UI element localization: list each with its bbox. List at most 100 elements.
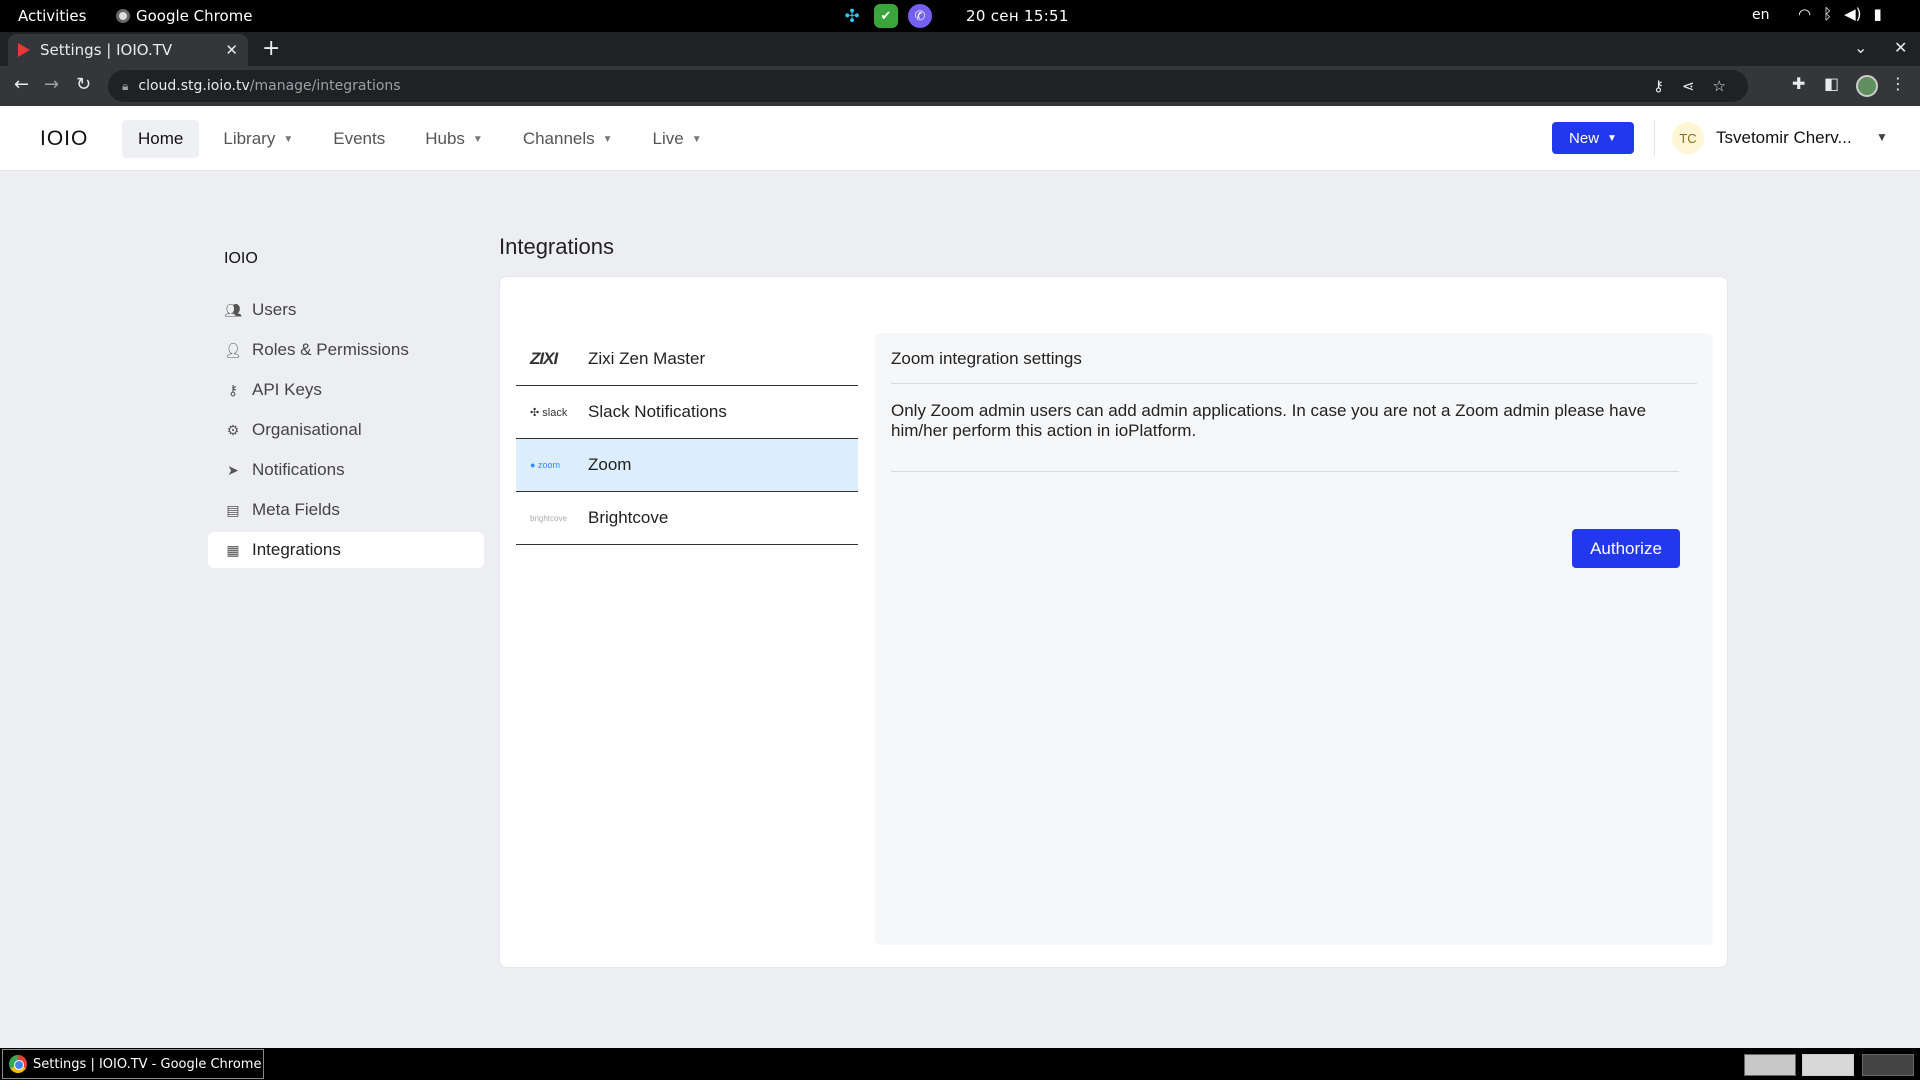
user-name[interactable]: Tsvetomir Cherv... [1716,128,1852,148]
checkmark-tray-icon[interactable]: ✔ [874,4,898,28]
sidebar-item-organisational[interactable]: ⚙ Organisational [208,412,484,448]
user-cog-icon: 👤︎ [224,341,242,358]
activities-button[interactable]: Activities [18,7,86,25]
integrations-card: ZIXI Zixi Zen Master ✣ slack Slack Notif… [499,276,1728,968]
forward-icon[interactable]: → [44,74,59,95]
viber-tray-icon[interactable]: ✆ [908,4,932,28]
reload-icon[interactable]: ↻ [76,74,91,95]
new-button-label: New [1569,129,1600,147]
nav-live[interactable]: Live ▼ [637,120,718,158]
sidebar-item-label: Users [252,300,297,319]
nav-home[interactable]: Home [122,120,200,158]
sidebar-item-api-keys[interactable]: ⚷ API Keys [208,372,484,408]
sidebar-item-meta-fields[interactable]: ▤ Meta Fields [208,492,484,528]
url-host: cloud.stg.ioio.tv [138,78,250,94]
side-panel-icon[interactable]: ◧ [1824,74,1839,93]
chevron-down-icon[interactable]: ▼ [1876,130,1888,144]
sidebar-item-integrations[interactable]: ▦ Integrations [208,532,484,568]
authorize-button[interactable]: Authorize [1572,529,1680,568]
page-title: Integrations [499,234,614,259]
close-tab-icon[interactable]: ✕ [225,41,238,59]
taskbar-window-chrome[interactable]: Settings | IOIO.TV - Google Chrome [2,1049,264,1079]
sidebar-item-label: Roles & Permissions [252,340,409,359]
chrome-menu-icon[interactable]: ⋮ [1890,74,1906,93]
battery-icon: ▮ [1873,5,1882,23]
sidebar-item-notifications[interactable]: ➤ Notifications [208,452,484,488]
nav-library[interactable]: Library ▼ [207,120,309,158]
integration-zixi[interactable]: ZIXI Zixi Zen Master [516,333,858,386]
lock-icon[interactable]: 🔒︎ [122,79,128,94]
settings-heading: Zoom integration settings [891,349,1082,368]
integrations-list: ZIXI Zixi Zen Master ✣ slack Slack Notif… [516,333,858,545]
new-tab-icon[interactable]: + [262,36,280,61]
integration-label: Zoom [588,455,632,474]
nav-library-label: Library [223,129,276,148]
new-button[interactable]: New ▼ [1552,122,1634,154]
browser-tab[interactable]: Settings | IOIO.TV ✕ [8,34,248,66]
nav-hubs-label: Hubs [425,129,465,148]
divider [891,471,1679,472]
nav-hubs[interactable]: Hubs ▼ [409,120,499,158]
bluetooth-icon: ᛒ [1823,5,1833,23]
slack-logo-icon: ✣ slack [530,406,568,419]
clock[interactable]: 20 сен 15:51 [966,7,1069,25]
app-menu[interactable]: Google Chrome [116,7,253,25]
sidebar-item-label: Organisational [252,420,362,439]
url-path: /manage/integrations [249,78,401,94]
chevron-down-icon: ▼ [472,133,483,145]
chrome-icon [9,1055,27,1073]
back-icon[interactable]: ← [14,74,29,95]
nav-channels-label: Channels [522,129,595,148]
keyboard-language[interactable]: en [1752,7,1770,23]
integration-slack[interactable]: ✣ slack Slack Notifications [516,386,858,439]
integration-label: Zixi Zen Master [588,349,706,368]
sidebar-item-roles[interactable]: 👤︎ Roles & Permissions [208,332,484,368]
sidebar-item-users[interactable]: 👥︎ Users [208,292,484,328]
wifi-icon: ◠ [1798,5,1812,23]
bookmark-star-icon[interactable]: ☆ [1713,77,1726,95]
app-menu-label: Google Chrome [136,7,253,25]
volume-icon: ◀) [1844,5,1862,23]
app-logo[interactable]: IOIO [40,127,88,151]
app-header: IOIO Home Library ▼ Events Hubs ▼ Channels… [0,106,1920,171]
chevron-down-icon: ▼ [691,133,702,145]
integration-brightcove[interactable]: brightcove Brightcove [516,492,858,545]
nav-events[interactable]: Events [317,120,401,158]
integration-zoom[interactable]: ● zoom Zoom [516,439,858,492]
avatar[interactable]: TC [1672,122,1704,154]
system-top-bar: Activities Google Chrome ✣ ✔ ✆ 20 сен 15… [0,0,1920,32]
sidebar-item-label: Meta Fields [252,500,340,519]
header-divider [1654,120,1655,156]
table-icon: ▤ [226,501,240,518]
status-area[interactable]: ◠ ᛒ ◀) ▮ [1798,5,1882,23]
nav-channels[interactable]: Channels ▼ [507,120,629,158]
chevron-down-icon: ▼ [283,133,294,145]
workspace-1[interactable] [1744,1054,1796,1076]
main-nav: Home Library ▼ Events Hubs ▼ Channels ▼ Liv… [122,120,718,158]
profile-avatar-icon[interactable] [1856,75,1878,97]
browser-tab-strip: Settings | IOIO.TV ✕ + ⌄ ✕ [0,32,1920,66]
integration-label: Slack Notifications [588,402,727,421]
workspace-3[interactable] [1862,1054,1914,1076]
key-icon: ⚷ [227,381,239,398]
tray-apps: ✣ ✔ ✆ [840,4,932,28]
chrome-icon [116,9,130,23]
nav-home-label: Home [138,129,184,148]
address-bar[interactable]: 🔒︎ cloud.stg.ioio.tv/manage/integrations… [108,70,1748,102]
chevron-down-icon: ▼ [1607,132,1617,144]
chevron-down-icon: ▼ [602,133,613,145]
slack-tray-icon[interactable]: ✣ [840,4,864,28]
sidebar-item-label: API Keys [252,380,322,399]
key-icon[interactable]: ⚷ [1653,77,1664,95]
close-window-icon[interactable]: ✕ [1894,38,1907,57]
integration-settings-panel: Zoom integration settings Only Zoom admi… [875,333,1713,945]
browser-toolbar: ← → ↻ 🔒︎ cloud.stg.ioio.tv/manage/integr… [0,66,1920,106]
tab-title: Settings | IOIO.TV [40,41,173,59]
grid-icon: ▦ [226,541,240,558]
users-icon: 👥︎ [224,301,242,318]
extensions-puzzle-icon[interactable]: ✚ [1792,74,1805,93]
tab-search-chevron-icon[interactable]: ⌄ [1854,38,1867,57]
workspace-2[interactable] [1802,1054,1854,1076]
paper-plane-icon: ➤ [227,461,239,478]
share-icon[interactable]: ⋖ [1682,77,1695,95]
